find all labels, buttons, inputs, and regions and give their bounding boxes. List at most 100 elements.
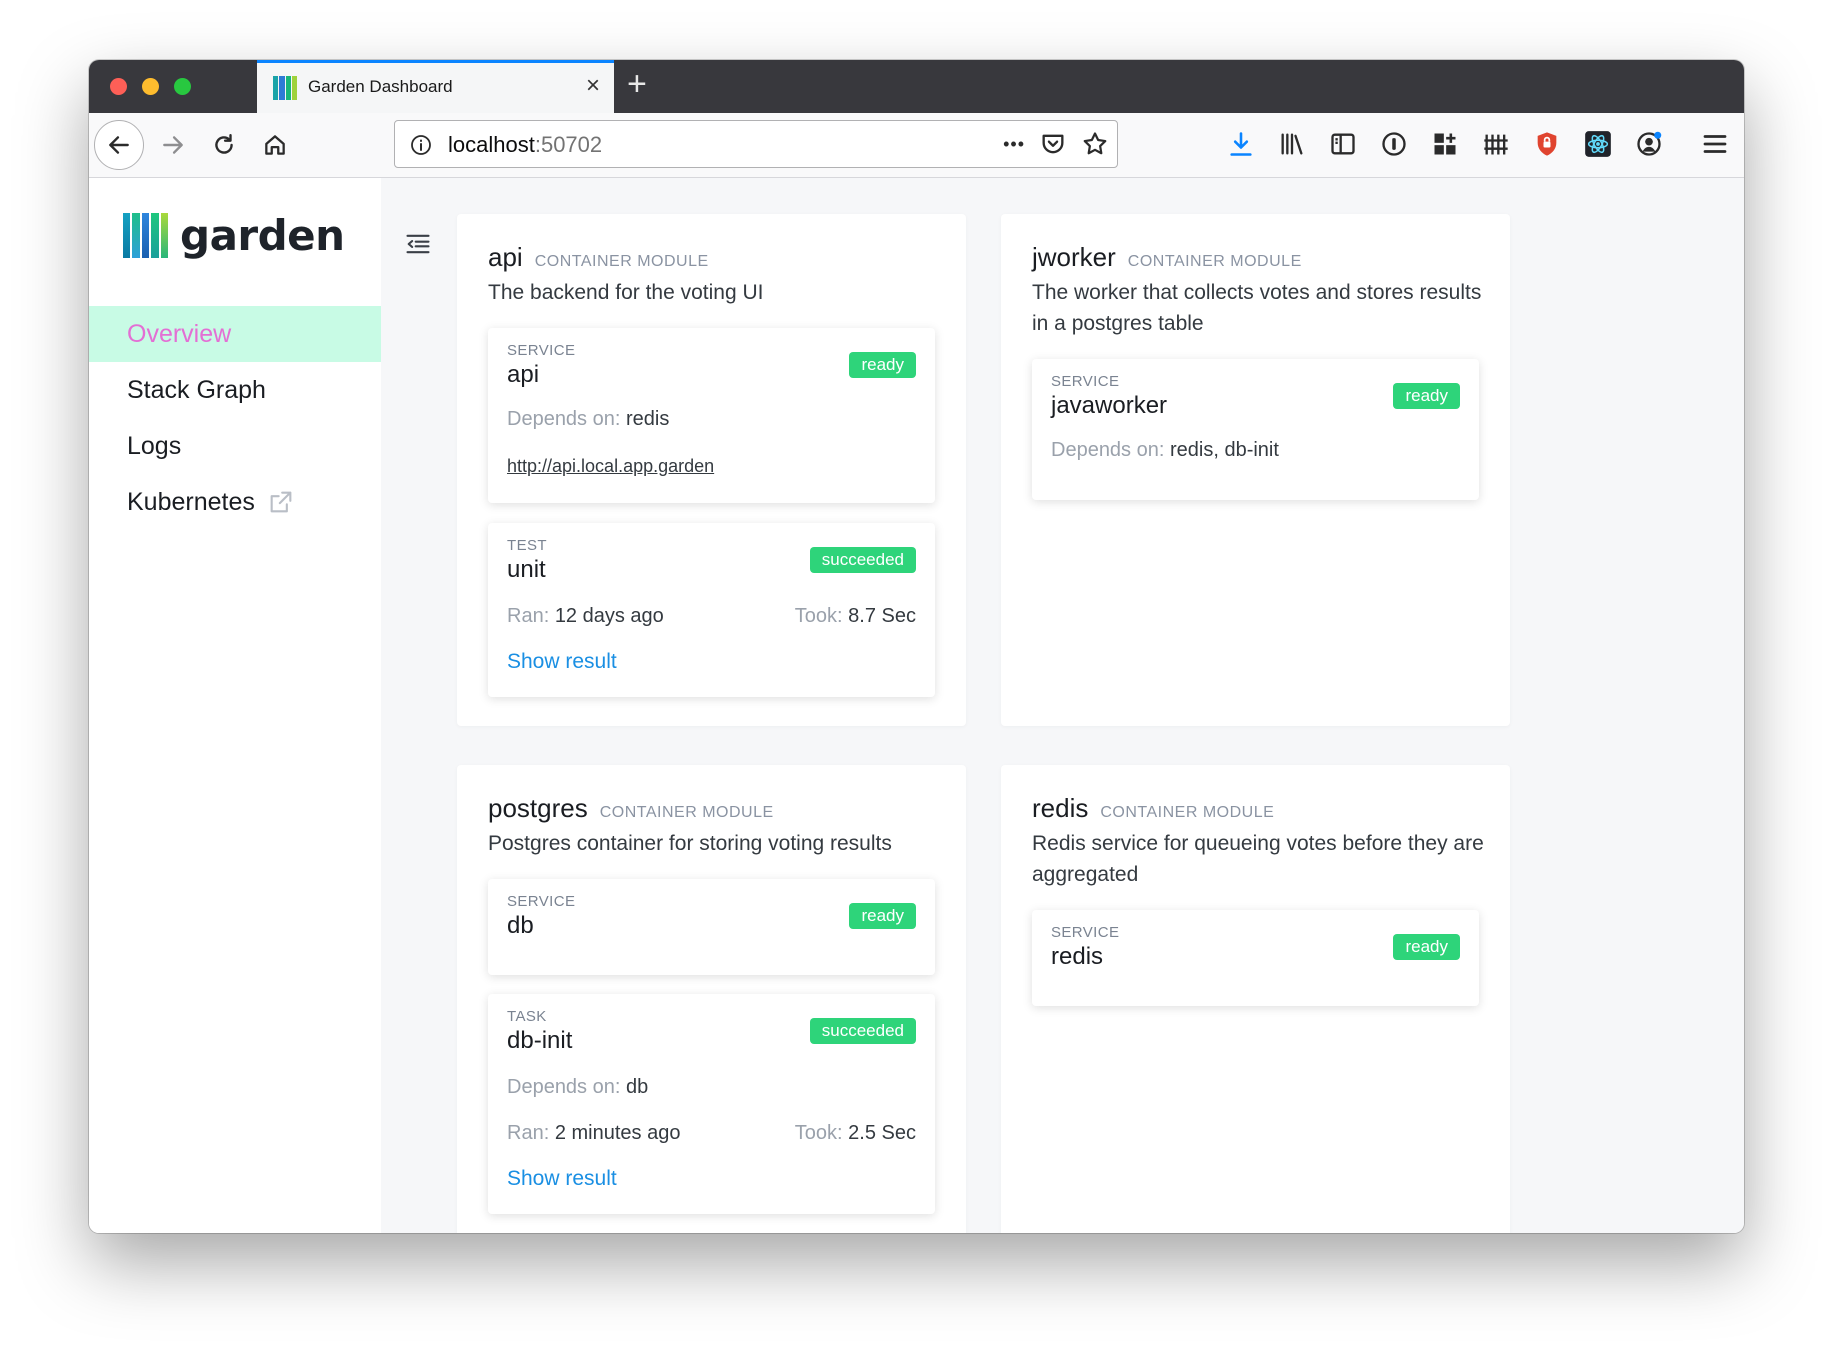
module-type: CONTAINER MODULE <box>1100 804 1275 821</box>
account-icon[interactable] <box>1632 127 1666 161</box>
reload-icon <box>215 134 233 154</box>
entity-kind: TEST <box>507 537 547 554</box>
status-badge: ready <box>849 903 916 929</box>
sidebar-item-overview[interactable]: Overview <box>89 306 381 362</box>
ran-row: Ran: 2 minutes ago <box>507 1122 680 1145</box>
depends-on-label: Depends on: <box>1051 439 1165 461</box>
module-card-redis: redis CONTAINER MODULE Redis service for… <box>1001 765 1510 1233</box>
back-button[interactable] <box>94 120 144 170</box>
garden-favicon-icon <box>273 76 297 100</box>
url-bar[interactable]: localhost:50702 ••• <box>394 120 1118 168</box>
forward-arrow-icon <box>163 136 183 154</box>
app-menu-icon[interactable] <box>1700 129 1730 164</box>
entity-kind: SERVICE <box>1051 373 1120 390</box>
depends-on-row: Depends on: redis <box>507 408 669 431</box>
tab-title: Garden Dashboard <box>308 77 453 96</box>
url-host: localhost <box>448 132 535 157</box>
depends-on-label: Depends on: <box>507 1076 621 1098</box>
took-label: Took: <box>794 605 843 627</box>
entity-kind: TASK <box>507 1008 547 1025</box>
depends-on-value: redis <box>625 408 670 430</box>
page-actions-icon[interactable]: ••• <box>1003 134 1025 155</box>
pocket-icon[interactable] <box>1039 130 1067 158</box>
depends-on-value: db <box>625 1076 649 1098</box>
depends-on-label: Depends on: <box>507 408 621 430</box>
sidebar-item-label: Kubernetes <box>127 487 255 516</box>
url-port: :50702 <box>534 132 603 157</box>
module-description: Redis service for queueing votes before … <box>1032 832 1484 886</box>
depends-on-row: Depends on: db <box>507 1076 648 1099</box>
show-result-link[interactable]: Show result <box>507 1167 617 1191</box>
entity-name: javaworker <box>1051 392 1168 419</box>
entity-kind: SERVICE <box>507 893 576 910</box>
module-description: Postgres container for storing voting re… <box>488 832 892 855</box>
module-card-api: api CONTAINER MODULE The backend for the… <box>457 214 966 726</box>
entity-name: api <box>507 361 540 388</box>
home-button[interactable] <box>253 123 297 167</box>
downloads-icon[interactable] <box>1224 127 1258 161</box>
module-name: redis <box>1032 793 1089 823</box>
test-card-unit: TEST unit succeeded Ran: 12 days ago Too… <box>488 523 935 697</box>
sidebar-nav: Overview Stack Graph Logs Kubernetes <box>89 306 381 530</box>
sidebar-item-logs[interactable]: Logs <box>89 418 381 474</box>
entity-name: redis <box>1051 943 1104 970</box>
tab-garden-dashboard[interactable]: Garden Dashboard × <box>257 60 614 113</box>
logo-wordmark: garden <box>180 211 345 260</box>
garden-logo[interactable]: garden <box>123 211 345 260</box>
collapse-sidebar-icon[interactable] <box>404 230 432 263</box>
sidebar-item-stack-graph[interactable]: Stack Graph <box>89 362 381 418</box>
back-arrow-icon <box>109 136 129 154</box>
minimize-window-button[interactable] <box>142 78 159 95</box>
home-icon <box>265 135 285 155</box>
url-text[interactable]: localhost:50702 <box>448 132 602 158</box>
shield-extension-icon[interactable] <box>1530 127 1564 161</box>
garden-logo-mark <box>123 213 169 258</box>
took-row: Took: 2.5 Sec <box>795 1122 916 1145</box>
ran-value: 2 minutes ago <box>554 1122 681 1144</box>
browser-window: Garden Dashboard × + localhost:50702 ••• <box>89 60 1744 1233</box>
extensions-grid-icon[interactable] <box>1428 127 1462 161</box>
ran-label: Ran: <box>507 1122 550 1144</box>
ran-label: Ran: <box>507 605 550 627</box>
new-tab-button[interactable]: + <box>627 66 647 102</box>
status-badge: succeeded <box>809 547 916 573</box>
password-manager-icon[interactable] <box>1377 127 1411 161</box>
module-description: The worker that collects votes and store… <box>1032 281 1482 335</box>
task-card-db-init: TASK db-init succeeded Depends on: db Ra… <box>488 994 935 1214</box>
close-window-button[interactable] <box>110 78 127 95</box>
module-card-postgres: postgres CONTAINER MODULE Postgres conta… <box>457 765 966 1233</box>
sidebar-toggle-icon[interactable] <box>1326 127 1360 161</box>
page-content: garden Overview Stack Graph Logs Kuberne… <box>89 178 1744 1233</box>
fence-extension-icon[interactable] <box>1479 127 1513 161</box>
module-header: jworker CONTAINER MODULE <box>1032 242 1302 273</box>
service-ingress-link[interactable]: http://api.local.app.garden <box>507 456 714 477</box>
show-result-link[interactable]: Show result <box>507 650 617 674</box>
module-header: api CONTAINER MODULE <box>488 242 709 273</box>
module-type: CONTAINER MODULE <box>599 804 774 821</box>
module-description: The backend for the voting UI <box>488 281 764 304</box>
status-badge: succeeded <box>809 1018 916 1044</box>
took-value: 8.7 Sec <box>848 605 916 627</box>
entity-name: unit <box>507 556 546 583</box>
forward-button[interactable] <box>151 123 195 167</box>
took-row: Took: 8.7 Sec <box>795 605 916 628</box>
zoom-window-button[interactable] <box>174 78 191 95</box>
tab-strip: Garden Dashboard × + <box>89 60 1744 113</box>
module-name: jworker <box>1032 242 1116 272</box>
status-badge: ready <box>849 352 916 378</box>
close-tab-icon[interactable]: × <box>586 72 600 100</box>
entity-name: db <box>507 912 534 939</box>
reload-button[interactable] <box>202 123 246 167</box>
site-info-icon[interactable] <box>409 133 433 162</box>
library-icon[interactable] <box>1275 127 1309 161</box>
sidebar-item-kubernetes[interactable]: Kubernetes <box>89 474 381 530</box>
react-devtools-icon[interactable] <box>1581 127 1615 161</box>
ran-row: Ran: 12 days ago <box>507 605 664 628</box>
entity-kind: SERVICE <box>507 342 576 359</box>
module-name: postgres <box>488 793 588 823</box>
took-label: Took: <box>794 1122 843 1144</box>
service-card-javaworker: SERVICE javaworker ready Depends on: red… <box>1032 359 1479 500</box>
external-link-icon <box>267 488 295 516</box>
status-badge: ready <box>1393 934 1460 960</box>
bookmark-star-icon[interactable] <box>1081 130 1109 158</box>
